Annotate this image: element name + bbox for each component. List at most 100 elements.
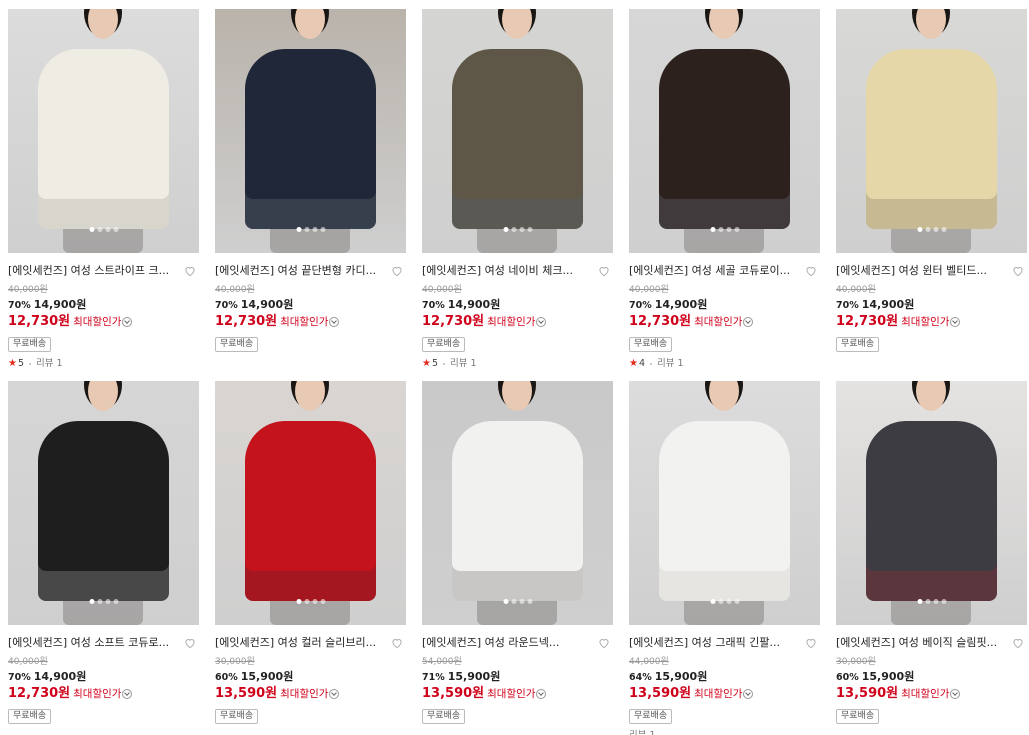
carousel-dot[interactable] [312,599,317,604]
chevron-down-icon[interactable] [743,317,754,327]
max-discount-row[interactable]: 12,730원 최대할인가 [629,313,820,331]
chevron-down-icon[interactable] [950,317,961,327]
carousel-dot[interactable] [503,227,508,232]
carousel-dot[interactable] [113,227,118,232]
product-image[interactable] [215,381,406,625]
carousel-dot[interactable] [304,227,309,232]
product-title[interactable]: [에잇세컨즈] 여성 끝단변형 카디... [215,263,380,279]
carousel-dot[interactable] [933,599,938,604]
product-image[interactable] [629,381,820,625]
product-card[interactable]: [에잇세컨즈] 여성 그래픽 긴팔... 44,000원 64% 15,900원 … [629,381,820,735]
product-title[interactable]: [에잇세컨즈] 여성 스트라이프 크... [8,263,173,279]
product-card[interactable]: [에잇세컨즈] 여성 세골 코듀로이... 40,000원 70% 14,900원… [629,9,820,370]
carousel-dot[interactable] [503,599,508,604]
carousel-dot[interactable] [113,599,118,604]
carousel-dot[interactable] [734,599,739,604]
chevron-down-icon[interactable] [329,689,340,699]
carousel-dots[interactable] [296,227,325,232]
product-image[interactable] [422,381,613,625]
product-card[interactable]: [에잇세컨즈] 여성 끝단변형 카디... 40,000원 70% 14,900원… [215,9,406,358]
heart-icon[interactable] [1011,636,1025,650]
carousel-dots[interactable] [710,227,739,232]
product-card[interactable]: [에잇세컨즈] 여성 네이비 체크... 40,000원 70% 14,900원 … [422,9,613,370]
carousel-dot[interactable] [925,227,930,232]
product-card[interactable]: [에잇세컨즈] 여성 컬러 슬리브리... 30,000원 60% 15,900원… [215,381,406,730]
product-card[interactable]: [에잇세컨즈] 여성 윈터 벨티드... 40,000원 70% 14,900원 … [836,9,1027,358]
carousel-dot[interactable] [734,227,739,232]
carousel-dot[interactable] [726,227,731,232]
heart-icon[interactable] [1011,264,1025,278]
chevron-down-icon[interactable] [329,317,340,327]
review-count[interactable]: 리뷰 1 [657,358,684,370]
product-image[interactable] [836,9,1027,253]
carousel-dot[interactable] [925,599,930,604]
product-title[interactable]: [에잇세컨즈] 여성 컬러 슬리브리... [215,635,380,651]
carousel-dot[interactable] [105,227,110,232]
chevron-down-icon[interactable] [743,689,754,699]
heart-icon[interactable] [804,264,818,278]
carousel-dot[interactable] [296,227,301,232]
carousel-dot[interactable] [718,227,723,232]
product-title[interactable]: [에잇세컨즈] 여성 그래픽 긴팔... [629,635,794,651]
heart-icon[interactable] [597,636,611,650]
heart-icon[interactable] [183,264,197,278]
chevron-down-icon[interactable] [122,317,133,327]
carousel-dot[interactable] [89,599,94,604]
chevron-down-icon[interactable] [950,689,961,699]
max-discount-row[interactable]: 12,730원 최대할인가 [422,313,613,331]
product-title[interactable]: [에잇세컨즈] 여성 소프트 코듀로... [8,635,173,651]
heart-icon[interactable] [390,636,404,650]
carousel-dots[interactable] [710,599,739,604]
product-title[interactable]: [에잇세컨즈] 여성 네이비 체크... [422,263,587,279]
carousel-dot[interactable] [527,227,532,232]
product-card[interactable]: [에잇세컨즈] 여성 베이직 슬림핏... 30,000원 60% 15,900원… [836,381,1027,730]
carousel-dot[interactable] [511,599,516,604]
review-count[interactable]: 리뷰 1 [629,730,656,735]
max-discount-row[interactable]: 12,730원 최대할인가 [836,313,1027,331]
product-card[interactable]: [에잇세컨즈] 여성 라운드넥... 54,000원 71% 15,900원 13… [422,381,613,730]
carousel-dot[interactable] [726,599,731,604]
carousel-dot[interactable] [105,599,110,604]
carousel-dot[interactable] [941,227,946,232]
max-discount-row[interactable]: 12,730원 최대할인가 [215,313,406,331]
carousel-dot[interactable] [304,599,309,604]
product-image[interactable] [8,9,199,253]
max-discount-row[interactable]: 13,590원 최대할인가 [422,685,613,703]
chevron-down-icon[interactable] [122,689,133,699]
carousel-dot[interactable] [917,599,922,604]
carousel-dot[interactable] [519,599,524,604]
review-count[interactable]: 리뷰 1 [36,358,63,370]
product-card[interactable]: [에잇세컨즈] 여성 소프트 코듀로... 40,000원 70% 14,900원… [8,381,199,730]
carousel-dots[interactable] [503,599,532,604]
product-image[interactable] [629,9,820,253]
carousel-dot[interactable] [917,227,922,232]
product-title[interactable]: [에잇세컨즈] 여성 세골 코듀로이... [629,263,794,279]
carousel-dots[interactable] [917,227,946,232]
carousel-dot[interactable] [933,227,938,232]
heart-icon[interactable] [597,264,611,278]
carousel-dot[interactable] [519,227,524,232]
product-image[interactable] [215,9,406,253]
product-image[interactable] [836,381,1027,625]
product-title[interactable]: [에잇세컨즈] 여성 윈터 벨티드... [836,263,1001,279]
heart-icon[interactable] [390,264,404,278]
carousel-dot[interactable] [527,599,532,604]
chevron-down-icon[interactable] [536,689,547,699]
product-title[interactable]: [에잇세컨즈] 여성 라운드넥... [422,635,587,651]
max-discount-row[interactable]: 12,730원 최대할인가 [8,313,199,331]
heart-icon[interactable] [804,636,818,650]
product-image[interactable] [422,9,613,253]
carousel-dot[interactable] [320,227,325,232]
carousel-dot[interactable] [312,227,317,232]
carousel-dots[interactable] [917,599,946,604]
heart-icon[interactable] [183,636,197,650]
carousel-dots[interactable] [89,227,118,232]
carousel-dot[interactable] [89,227,94,232]
max-discount-row[interactable]: 13,590원 최대할인가 [836,685,1027,703]
max-discount-row[interactable]: 13,590원 최대할인가 [215,685,406,703]
carousel-dots[interactable] [296,599,325,604]
carousel-dot[interactable] [710,599,715,604]
product-title[interactable]: [에잇세컨즈] 여성 베이직 슬림핏... [836,635,1001,651]
carousel-dot[interactable] [710,227,715,232]
carousel-dots[interactable] [503,227,532,232]
